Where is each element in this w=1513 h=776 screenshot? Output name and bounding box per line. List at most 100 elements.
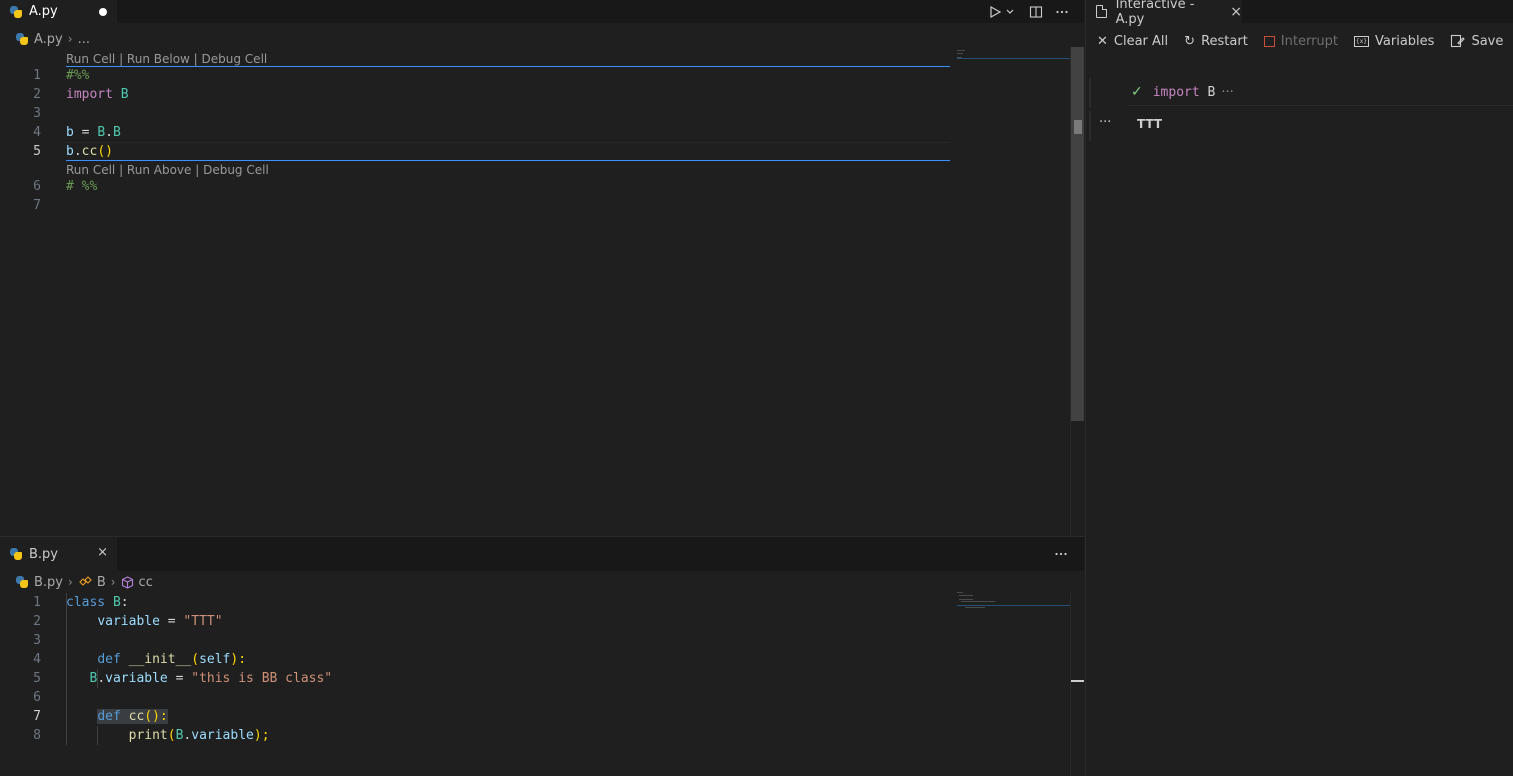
- code-line-4[interactable]: 4 b = B.B: [0, 123, 950, 142]
- save-label: Save: [1471, 33, 1504, 49]
- interactive-window: Interactive - A.py × ✕ Clear All ↻ Resta…: [1085, 0, 1513, 776]
- cursor-marker: [1074, 120, 1082, 134]
- stop-icon: [1263, 35, 1275, 47]
- cell-status-bar: [1089, 78, 1091, 108]
- code-line-4[interactable]: 4 def __init__(self):: [0, 650, 950, 669]
- line-number: 4: [33, 652, 41, 667]
- code-text: b.cc(): [66, 144, 113, 159]
- line-number: 2: [33, 614, 41, 629]
- python-icon: [9, 547, 23, 561]
- indent-guide: [66, 593, 67, 745]
- restart-icon: ↻: [1184, 33, 1196, 49]
- line-number: 5: [33, 144, 41, 159]
- code-line-5[interactable]: 5 b.cc(): [0, 142, 950, 161]
- code-text: def cc():: [97, 709, 168, 724]
- close-icon: ✕: [1097, 33, 1108, 49]
- line-number: 1: [33, 68, 41, 83]
- input-cell[interactable]: ✓ import B ···: [1131, 83, 1234, 101]
- code-line-8[interactable]: 8 print(B.variable);: [0, 726, 950, 745]
- class-icon: [79, 576, 92, 586]
- editor-actions-bottom: [1054, 537, 1068, 571]
- code-text: #%%: [66, 68, 90, 83]
- line-number: 3: [33, 633, 41, 648]
- codelens-run-cell[interactable]: Run Cell | Run Above | Debug Cell: [66, 162, 269, 178]
- chevron-right-icon: ›: [110, 575, 116, 589]
- code-text: variable = "TTT": [97, 614, 223, 629]
- cell-code: import B: [1152, 84, 1216, 100]
- indent-guide: [97, 726, 98, 745]
- cell-separator: [1127, 105, 1513, 106]
- tab-bar-bottom: B.py ×: [0, 537, 1084, 571]
- clear-all-label: Clear All: [1113, 33, 1169, 49]
- line-number: 6: [33, 179, 41, 194]
- editor-group-bottom: B.py × B.py › B › cc 1 class B: 2 variab…: [0, 536, 1084, 776]
- variables-icon: {x}: [1354, 35, 1370, 47]
- variables-label: Variables: [1375, 33, 1435, 49]
- save-button[interactable]: Save: [1450, 34, 1503, 49]
- code-text: def __init__(self):: [97, 652, 247, 667]
- cell-expand-ellipsis[interactable]: ···: [1221, 85, 1233, 100]
- line-number: 1: [33, 595, 41, 610]
- code-line-5[interactable]: 5 B.variable = "this is BB class": [0, 669, 950, 688]
- restart-button[interactable]: ↻ Restart: [1184, 34, 1248, 49]
- code-text: B.variable = "this is BB class": [89, 671, 333, 686]
- file-icon: [1096, 5, 1107, 18]
- editor-group-top: A.py A.py › ... Run Cell | Run Below | D…: [0, 0, 1084, 535]
- code-editor-a[interactable]: Run Cell | Run Below | Debug Cell 1 #%% …: [0, 0, 1070, 535]
- interactive-toolbar: ✕ Clear All ↻ Restart Interrupt {x} Vari…: [1086, 31, 1513, 51]
- code-line-7[interactable]: 7 def cc():: [0, 707, 950, 726]
- code-line-3[interactable]: 3: [0, 631, 950, 650]
- cell-output: TTT: [1137, 117, 1163, 131]
- more-actions-button[interactable]: [1054, 547, 1068, 561]
- tab-interactive[interactable]: Interactive - A.py ×: [1086, 0, 1242, 27]
- line-number: 6: [33, 690, 41, 705]
- code-line-2[interactable]: 2 import B: [0, 85, 950, 104]
- line-number: 5: [33, 671, 41, 686]
- tab-bar-interactive: Interactive - A.py ×: [1086, 0, 1513, 27]
- output-menu-button[interactable]: ···: [1099, 115, 1111, 130]
- close-icon[interactable]: ×: [1230, 4, 1242, 20]
- clear-all-button[interactable]: ✕ Clear All: [1097, 34, 1168, 49]
- variables-button[interactable]: {x} Variables: [1354, 34, 1434, 49]
- output-status-bar: [1089, 111, 1091, 141]
- line-number: 7: [33, 709, 41, 724]
- vertical-scrollbar[interactable]: [1070, 592, 1084, 776]
- check-icon: ✓: [1131, 84, 1143, 100]
- cell-divider: [66, 160, 950, 161]
- vertical-scrollbar[interactable]: [1070, 47, 1084, 535]
- code-line-6[interactable]: 6 # %%: [0, 177, 950, 196]
- codelens-run-cell[interactable]: Run Cell | Run Below | Debug Cell: [66, 51, 267, 67]
- code-text: import B: [66, 87, 129, 102]
- code-line-3[interactable]: 3: [0, 104, 950, 123]
- line-number: 4: [33, 125, 41, 140]
- line-number: 7: [33, 198, 41, 213]
- code-editor-b[interactable]: 1 class B: 2 variable = "TTT" 3 4 def __…: [0, 592, 1070, 776]
- interrupt-label: Interrupt: [1280, 33, 1339, 49]
- python-icon: [15, 575, 29, 589]
- tab-label: B.py: [29, 546, 58, 562]
- code-line-7[interactable]: 7: [0, 196, 950, 215]
- code-line-2[interactable]: 2 variable = "TTT": [0, 612, 950, 631]
- code-text: # %%: [66, 179, 98, 194]
- cursor-marker: [1071, 680, 1084, 682]
- breadcrumb-file[interactable]: B.py: [34, 575, 63, 590]
- tab-b-py[interactable]: B.py ×: [0, 537, 117, 571]
- code-line-1[interactable]: 1 #%%: [0, 66, 950, 85]
- code-line-6[interactable]: 6: [0, 688, 950, 707]
- scrollbar-thumb[interactable]: [1071, 47, 1084, 421]
- indent-guide: [97, 669, 98, 688]
- interrupt-button[interactable]: Interrupt: [1263, 33, 1339, 49]
- code-line-1[interactable]: 1 class B:: [0, 593, 950, 612]
- save-icon: [1451, 34, 1466, 48]
- breadcrumb-class[interactable]: B: [97, 575, 106, 590]
- code-text: class B:: [66, 595, 129, 610]
- ellipsis-icon: [1055, 552, 1067, 556]
- breadcrumb-method[interactable]: cc: [139, 575, 153, 590]
- line-number: 8: [33, 728, 41, 743]
- line-number: 3: [33, 106, 41, 121]
- restart-label: Restart: [1201, 33, 1248, 49]
- close-icon[interactable]: ×: [97, 545, 108, 560]
- tab-label: Interactive - A.py: [1115, 0, 1195, 27]
- code-text: b = B.B: [66, 125, 121, 140]
- breadcrumb: B.py › B › cc: [0, 573, 1084, 591]
